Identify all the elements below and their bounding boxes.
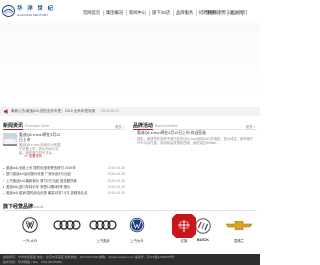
promotions-more-link[interactable]: 更多 >: [115, 124, 124, 129]
hero-image: [0, 23, 260, 103]
brand-name-en: HUAYANG CENTURY: [17, 13, 49, 17]
nav-divider: [103, 10, 104, 16]
chevrolet-bowtie-icon: [226, 221, 252, 230]
brand-name: 上汽奥迪: [96, 239, 110, 243]
news-list: 奥迪A4L全新上市 限时优惠享受低首付 2015年 2015-05-26 进口奥…: [3, 165, 125, 196]
bullet-icon: [3, 167, 5, 169]
brand-item-chevrolet[interactable]: 雪佛兰: [222, 213, 256, 247]
notice-bar: 最新公告： 奥迪A4L送您全系车型！2015 全系车型特惠 2015-06-22: [0, 107, 260, 116]
nav-divider: [126, 10, 127, 16]
brand-name-cn: 华 洋 世 纪: [17, 6, 55, 12]
brands-subtitle: Brands: [33, 204, 44, 209]
activities-more-link[interactable]: 更多 >: [246, 124, 255, 129]
featured-news-title[interactable]: 奥迪Q6 e-tron将在3月12日上市: [19, 133, 63, 142]
activity-desc: 其实，奥迪早在前阵子就已发布Q6 e-tron纯电SUV的消息，售价待定，新车基…: [137, 137, 254, 146]
promotions-subtitle: Promotion News: [25, 123, 50, 128]
nav-divider: [149, 10, 150, 16]
bullet-icon: [3, 186, 5, 188]
site-header: 华 洋 世 纪 HUAYANG CENTURY 官网首页 集团概况 新闻中心 旗…: [0, 0, 260, 23]
buick-logo-icon: [195, 218, 211, 234]
brands-title: 旗下经营品牌: [3, 204, 34, 210]
brand-item-saic-vw[interactable]: 上汽大众: [120, 213, 154, 247]
nav-divider: [173, 10, 174, 16]
bullet-icon: [3, 192, 5, 195]
brands-row: 一汽-大众 上汽奥迪 上汽大众 红旗 BUICK 雪佛兰: [0, 213, 260, 247]
news-date: 2015-05-26: [107, 191, 125, 196]
brand-name: 上汽大众: [130, 239, 144, 243]
brand-item-audi-faw[interactable]: [50, 213, 84, 247]
footer-copyright: 版权所有：华洋世纪集团 地址：北京市海淀区 服务热线：400-000-0000 …: [3, 255, 175, 259]
audi-rings-icon: [89, 220, 117, 230]
brand-mark-icon: [2, 5, 15, 17]
section-divider: [3, 210, 257, 211]
featured-news-more-link[interactable]: >> 查看详情: [24, 153, 42, 158]
nav-item-join[interactable]: 加入我们: [230, 8, 247, 18]
vw-logo-icon: [129, 217, 145, 233]
activities-subtitle: Brand Activities: [155, 123, 178, 128]
site-footer: 版权所有：华洋世纪集团 地址：北京市海淀区 服务热线：400-000-0000 …: [0, 254, 260, 265]
brand-name: 雪佛兰: [234, 239, 244, 243]
vw-logo-icon: [22, 217, 38, 233]
hero-banner: [0, 23, 260, 103]
notice-date: 2015-06-22: [101, 109, 120, 113]
nav-item-about[interactable]: 集团概况: [106, 8, 123, 18]
footer-contact: 技术支持：华洋网络 | TEL：0731-85765963: [3, 259, 62, 264]
news-title[interactable]: 奥迪A4L促销 限时综合优惠 最高可享7.5万 送精品礼包: [6, 190, 87, 196]
brand-item-vw-faw[interactable]: 一汽-大众: [13, 213, 47, 247]
section-accent: [3, 129, 23, 130]
thumb-road: [3, 144, 17, 146]
bullet-icon: [3, 180, 5, 182]
featured-news-image[interactable]: [3, 133, 17, 146]
notice-link[interactable]: 奥迪A4L送您全系车型！2015 全系车型特惠: [26, 107, 95, 116]
site-logo[interactable]: 华 洋 世 纪 HUAYANG CENTURY: [2, 3, 54, 20]
activities-title: 品牌活动: [133, 123, 154, 129]
brand-item-audi-saic[interactable]: 上汽奥迪: [86, 213, 120, 247]
list-item[interactable]: 奥迪A4L促销 限时综合优惠 最高可享7.5万 送精品礼包 2015-05-26: [3, 190, 125, 196]
nav-item-services[interactable]: 品牌服务: [176, 8, 193, 18]
bullet-icon: [3, 173, 5, 176]
promotions-title: 新闻资讯: [3, 123, 24, 129]
audi-rings-icon: [53, 220, 81, 230]
nav-item-finance[interactable]: 金融保险: [206, 8, 223, 18]
activity-title[interactable]: 奥迪Q6 e-tron将在3月12日上市 欢迎莅临: [137, 131, 254, 136]
brand-item-buick[interactable]: BUICK: [186, 213, 220, 247]
nav-divider: [227, 10, 228, 16]
nav-divider: [196, 10, 197, 16]
brand-name: 一汽-大众: [22, 239, 38, 243]
nav-item-4s-stores[interactable]: 旗下4S店: [152, 8, 170, 18]
section-accent: [133, 129, 153, 130]
brand-name: BUICK: [196, 238, 210, 242]
nav-item-news[interactable]: 新闻中心: [129, 8, 146, 18]
speaker-icon: [4, 109, 8, 114]
nav-item-home[interactable]: 官网首页: [83, 8, 100, 18]
